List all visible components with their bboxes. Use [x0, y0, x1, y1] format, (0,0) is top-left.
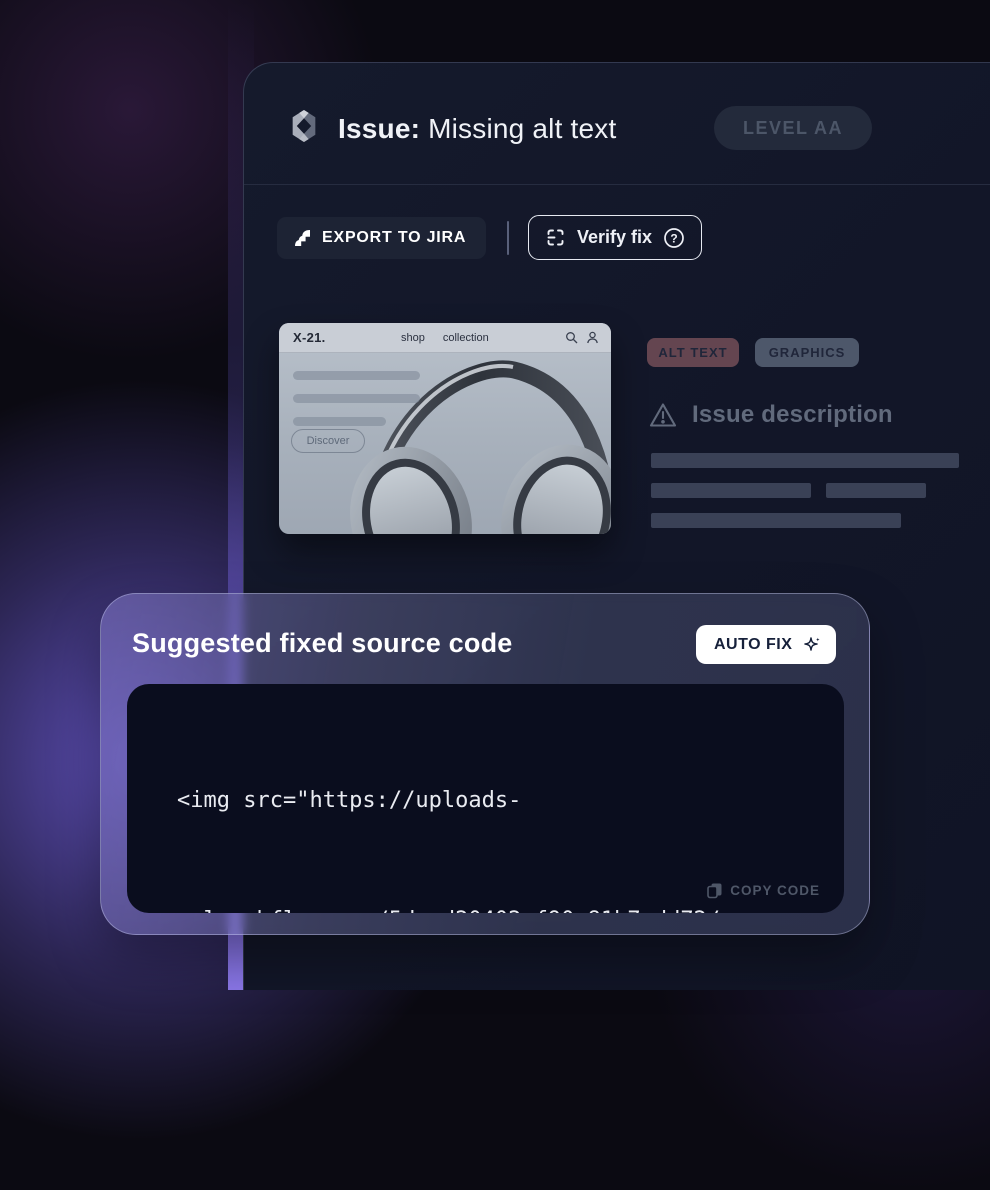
suggested-fix-panel: Suggested fixed source code AUTO FIX <im…: [100, 593, 870, 935]
copy-code-label: COPY CODE: [730, 883, 820, 898]
verify-fix-label: Verify fix: [577, 227, 652, 248]
suggested-fix-title: Suggested fixed source code: [132, 628, 513, 659]
tag-graphics[interactable]: GRAPHICS: [755, 338, 859, 367]
export-to-jira-button[interactable]: EXPORT TO JIRA: [277, 217, 486, 259]
copy-icon: [706, 882, 723, 899]
description-skeleton-bar: [826, 483, 926, 498]
preview-navbar: X-21. shop collection: [279, 323, 611, 353]
discover-button[interactable]: Discover: [291, 429, 365, 453]
gem-logo-icon: [287, 109, 321, 143]
page-title: Issue: Missing alt text: [338, 113, 616, 145]
search-icon[interactable]: [565, 331, 578, 344]
description-skeleton-bar: [651, 513, 901, 528]
tag-alt-text[interactable]: ALT TEXT: [647, 338, 739, 367]
preview-nav-collection[interactable]: collection: [443, 332, 489, 344]
code-line: <img src="https://uploads-: [177, 781, 807, 821]
help-icon[interactable]: ?: [663, 227, 685, 249]
preview-nav-shop[interactable]: shop: [401, 332, 425, 344]
svg-text:?: ?: [670, 231, 677, 245]
issue-title-prefix: Issue:: [338, 113, 420, 144]
export-to-jira-label: EXPORT TO JIRA: [322, 229, 466, 247]
code-block: <img src="https://uploads- ssl.webflow.c…: [127, 684, 844, 913]
toolbar-separator: [507, 221, 509, 255]
code-line: ssl.webflow.com/5daed20402af90e81b7add72…: [177, 901, 807, 913]
issue-description-title: Issue description: [692, 401, 893, 429]
preview-skeleton-line: [293, 371, 420, 380]
verify-fix-button[interactable]: Verify fix ?: [528, 215, 702, 260]
site-preview-card: X-21. shop collection Disc: [279, 323, 611, 534]
auto-fix-button[interactable]: AUTO FIX: [696, 625, 836, 664]
jira-icon: [293, 229, 311, 247]
user-icon[interactable]: [586, 331, 599, 344]
description-skeleton-bar: [651, 483, 811, 498]
scan-icon: [545, 227, 566, 248]
auto-fix-label: AUTO FIX: [714, 636, 792, 654]
header-divider: [244, 184, 990, 185]
issue-header: Issue: Missing alt text LEVEL AA: [244, 63, 990, 184]
issue-title-text: Missing alt text: [420, 113, 616, 144]
warning-icon: [649, 402, 677, 428]
preview-skeleton-line: [293, 394, 420, 403]
copy-code-button[interactable]: COPY CODE: [706, 882, 820, 899]
description-skeleton-bar: [651, 453, 959, 468]
preview-skeleton-line: [293, 417, 386, 426]
preview-logo: X-21.: [293, 330, 326, 345]
sparkle-icon: [802, 635, 822, 655]
level-aa-badge: LEVEL AA: [714, 106, 872, 150]
